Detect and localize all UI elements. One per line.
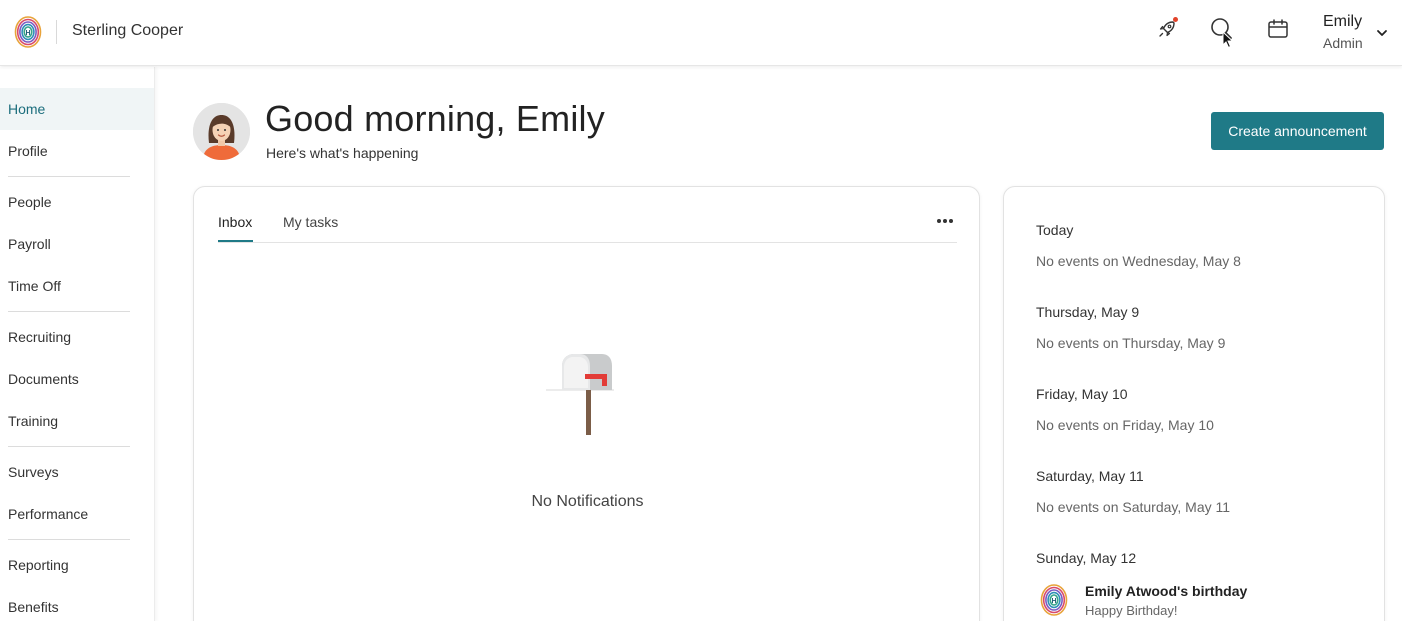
user-name: Emily <box>1323 13 1363 30</box>
sidebar-item-documents[interactable]: Documents <box>0 358 154 400</box>
create-announcement-button[interactable]: Create announcement <box>1211 112 1384 150</box>
event-empty-text: No events on Thursday, May 9 <box>1036 335 1226 351</box>
sidebar-item-reporting[interactable]: Reporting <box>0 544 154 586</box>
more-horizontal-icon <box>936 211 954 229</box>
mouse-cursor-icon <box>1222 30 1234 54</box>
sidebar-item-people[interactable]: People <box>0 181 154 223</box>
event-day-heading: Friday, May 10 <box>1036 386 1128 402</box>
event-day-heading: Saturday, May 11 <box>1036 468 1144 484</box>
user-menu[interactable]: Emily Admin <box>1318 11 1396 55</box>
sidebar-item-profile[interactable]: Profile <box>0 130 154 172</box>
event-empty-text: No events on Wednesday, May 8 <box>1036 253 1241 269</box>
event-day-heading: Sunday, May 12 <box>1036 550 1137 566</box>
rocket-button[interactable] <box>1154 17 1180 44</box>
birthday-event-icon: H <box>1040 583 1070 619</box>
sidebar-item-payroll[interactable]: Payroll <box>0 223 154 265</box>
header-divider <box>56 20 57 44</box>
more-options-button[interactable] <box>934 212 956 228</box>
company-name: Sterling Cooper <box>72 22 184 39</box>
calendar-icon <box>1267 18 1289 45</box>
user-role: Admin <box>1323 35 1363 51</box>
avatar[interactable] <box>193 103 250 160</box>
sidebar-item-training[interactable]: Training <box>0 400 154 442</box>
top-header: H Sterling Cooper Emily Admin <box>0 0 1402 66</box>
sidebar-item-time-off[interactable]: Time Off <box>0 265 154 307</box>
nav-divider <box>8 539 130 540</box>
mailbox-illustration-icon <box>544 352 616 441</box>
nav-divider <box>8 311 130 312</box>
nav-divider <box>8 446 130 447</box>
event-subtitle: Happy Birthday! <box>1085 603 1178 618</box>
event-title[interactable]: Emily Atwood's birthday <box>1085 583 1247 599</box>
event-day-heading: Today <box>1036 222 1074 238</box>
sidebar-nav: Home Profile People Payroll Time Off Rec… <box>0 67 155 621</box>
calendar-button[interactable] <box>1265 18 1291 44</box>
page-title: Good morning, Emily <box>265 98 605 139</box>
sidebar-item-home[interactable]: Home <box>0 88 154 130</box>
page-subtitle: Here's what's happening <box>266 145 419 161</box>
svg-text:H: H <box>1051 598 1056 605</box>
nav-divider <box>8 176 130 177</box>
company-logo-icon[interactable]: H <box>14 15 42 49</box>
tabs-divider <box>218 242 957 243</box>
event-day-heading: Thursday, May 9 <box>1036 304 1140 320</box>
notification-dot <box>1173 17 1178 22</box>
events-card: Today No events on Wednesday, May 8 Thur… <box>1003 186 1385 621</box>
sidebar-item-benefits[interactable]: Benefits <box>0 586 154 621</box>
tab-inbox[interactable]: Inbox <box>218 214 252 230</box>
event-empty-text: No events on Friday, May 10 <box>1036 417 1214 433</box>
inbox-card: Inbox My tasks No Notifications <box>193 186 980 621</box>
event-empty-text: No events on Saturday, May 11 <box>1036 499 1231 515</box>
sidebar-item-performance[interactable]: Performance <box>0 493 154 535</box>
rocket-icon <box>1157 19 1177 44</box>
svg-text:H: H <box>25 30 30 37</box>
sidebar-item-surveys[interactable]: Surveys <box>0 451 154 493</box>
empty-state-message: No Notifications <box>531 493 644 510</box>
chevron-down-icon <box>1376 25 1388 43</box>
tab-my-tasks[interactable]: My tasks <box>283 214 338 230</box>
sidebar-item-recruiting[interactable]: Recruiting <box>0 316 154 358</box>
